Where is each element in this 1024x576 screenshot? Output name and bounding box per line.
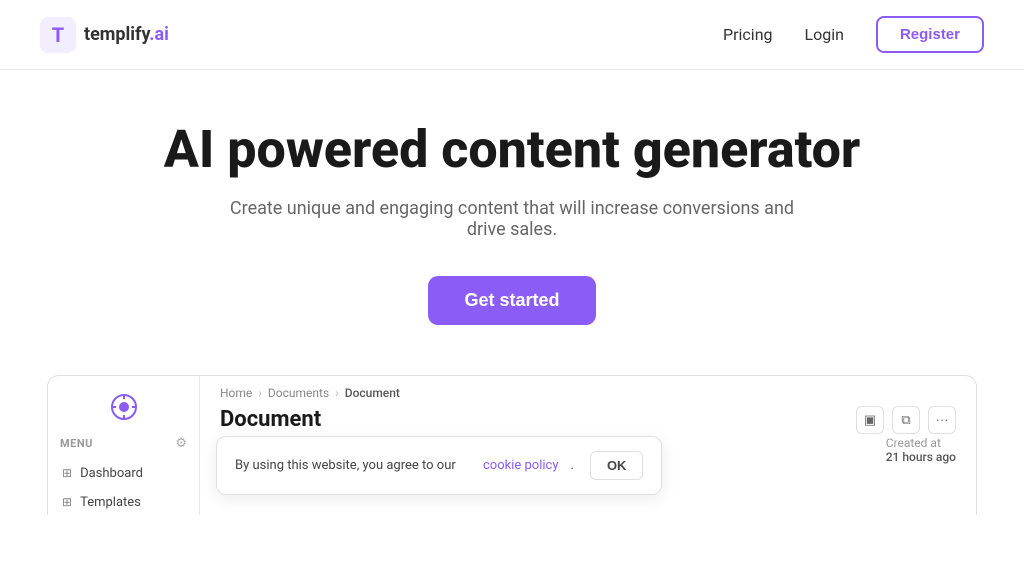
cookie-policy-link[interactable]: cookie policy <box>483 458 559 473</box>
sidebar-logo <box>48 386 199 432</box>
doc-action-copy[interactable]: ⧉ <box>892 406 920 434</box>
logo[interactable]: T templify.ai <box>40 17 169 53</box>
sidebar-settings-icon[interactable]: ⚙ <box>175 436 187 451</box>
hero-title: AI powered content generator <box>164 120 861 180</box>
login-link[interactable]: Login <box>805 25 844 44</box>
get-started-button[interactable]: Get started <box>428 276 595 325</box>
svg-text:T: T <box>52 23 64 47</box>
cookie-text-before: By using this website, you agree to our <box>235 458 456 473</box>
document-actions: ▣ ⧉ ··· <box>856 406 956 434</box>
templates-icon: ⊞ <box>62 495 72 509</box>
logo-icon: T <box>40 17 76 53</box>
doc-action-save[interactable]: ▣ <box>856 406 884 434</box>
breadcrumb-home[interactable]: Home <box>220 386 252 400</box>
pricing-link[interactable]: Pricing <box>723 25 773 44</box>
sidebar-menu-label: MENU <box>60 437 93 450</box>
cookie-text-after: . <box>571 458 574 473</box>
hero-section: AI powered content generator Create uniq… <box>0 70 1024 355</box>
sidebar-item-templates[interactable]: ⊞ Templates <box>48 488 199 515</box>
sidebar-item-label-templates: Templates <box>80 495 141 510</box>
sidebar: MENU ⚙ ⊞ Dashboard ⊞ Templates <box>48 376 200 515</box>
sidebar-logo-icon <box>109 392 139 422</box>
dashboard-icon: ⊞ <box>62 466 72 480</box>
created-at-section: Created at 21 hours ago <box>886 436 956 464</box>
sidebar-item-label-dashboard: Dashboard <box>80 466 143 481</box>
breadcrumb-current: Document <box>345 386 400 400</box>
sidebar-item-dashboard[interactable]: ⊞ Dashboard <box>48 459 199 488</box>
cookie-ok-button[interactable]: OK <box>590 451 644 480</box>
logo-text: templify.ai <box>84 24 169 45</box>
breadcrumb: Home › Documents › Document <box>200 376 976 404</box>
app-preview: MENU ⚙ ⊞ Dashboard ⊞ Templates Home › Do… <box>47 375 977 515</box>
main-content: Home › Documents › Document Document ▣ ⧉… <box>200 376 976 515</box>
sidebar-menu-header: MENU ⚙ <box>48 432 199 455</box>
cookie-banner: By using this website, you agree to our … <box>216 436 662 495</box>
doc-action-more[interactable]: ··· <box>928 406 956 434</box>
header: T templify.ai Pricing Login Register <box>0 0 1024 70</box>
register-button[interactable]: Register <box>876 16 984 53</box>
breadcrumb-sep-1: › <box>258 386 262 400</box>
created-at-label: Created at <box>886 436 956 450</box>
hero-subtitle: Create unique and engaging content that … <box>222 198 802 240</box>
breadcrumb-sep-2: › <box>335 386 339 400</box>
nav: Pricing Login Register <box>723 16 984 53</box>
created-at-time: 21 hours ago <box>886 450 956 464</box>
document-title: Document <box>220 407 321 432</box>
breadcrumb-documents[interactable]: Documents <box>268 386 329 400</box>
